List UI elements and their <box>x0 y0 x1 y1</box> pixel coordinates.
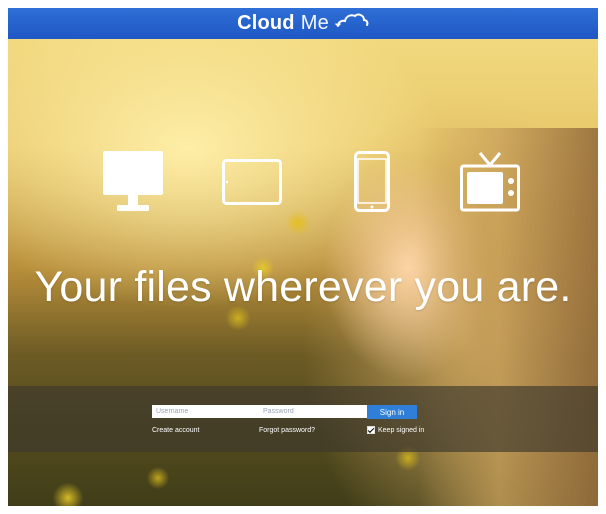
page-frame: Cloud Me Your files wherever you are. Us… <box>8 8 598 506</box>
top-header-bar: Cloud Me <box>8 8 598 39</box>
keep-signed-in-label: Keep signed in <box>378 426 425 434</box>
username-input[interactable] <box>152 405 261 418</box>
forgot-password-link[interactable]: Forgot password? <box>259 427 315 434</box>
hero-tagline: Your files wherever you are. <box>34 263 572 311</box>
create-account-link[interactable]: Create account <box>152 427 199 434</box>
tablet-icon <box>222 159 282 205</box>
keep-signed-in-option[interactable]: Keep signed in <box>367 426 424 434</box>
logo-brand-light: Me <box>300 12 329 34</box>
keep-signed-in-checkbox[interactable] <box>367 426 375 434</box>
logo-brand-bold: Cloud <box>237 12 295 34</box>
sign-in-button[interactable]: Sign in <box>367 405 417 419</box>
tv-icon <box>460 151 520 212</box>
login-bar: Sign in Create account Forgot password? … <box>8 386 598 452</box>
password-input[interactable] <box>259 405 368 418</box>
cloudme-logo[interactable]: Cloud Me <box>237 12 369 36</box>
monitor-icon <box>103 151 163 212</box>
smartphone-icon <box>354 151 390 212</box>
cloud-icon <box>335 12 369 36</box>
device-icons-row <box>8 151 598 221</box>
